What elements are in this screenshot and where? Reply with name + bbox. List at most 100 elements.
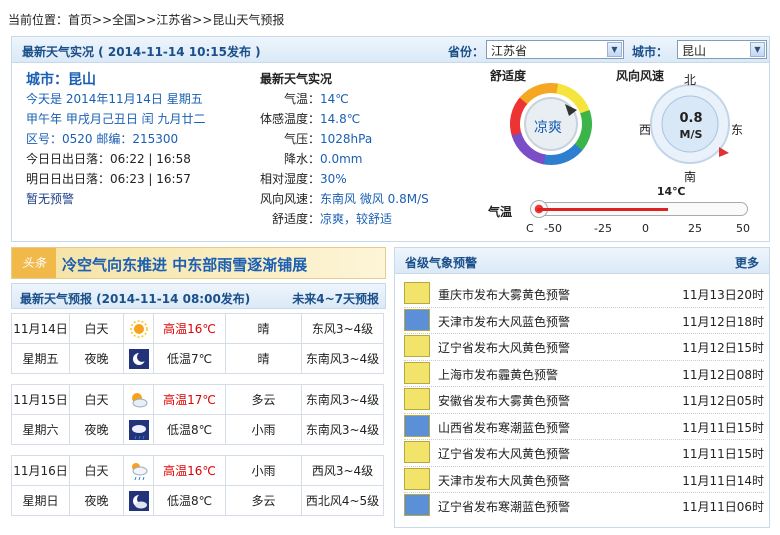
live-weather-header: 最新天气实况 ( 2014-11-14 10:15发布 ) 省份： 江苏省 ▼ … (12, 37, 769, 63)
lunar-date: 甲午年 甲戌月己丑日 闰 九月廿二 (26, 112, 206, 126)
scale-tick-label: 0 (642, 222, 649, 235)
sun-times-today: 今日日出日落：06:22 | 16:58 (26, 152, 191, 166)
obs-row: 风向风速：东南风 微风 0.8M/S (248, 190, 478, 207)
scale-tick-label: -50 (544, 222, 562, 235)
alert-item[interactable]: 天津市发布大风黄色预警 11月11日14时 (404, 465, 764, 492)
breadcrumb-home[interactable]: 首页 (68, 13, 92, 27)
temp-value: 14℃ (656, 185, 686, 198)
forecast-icon-cell (123, 455, 154, 486)
obs-key: 风向风速： (259, 192, 320, 206)
thermometer (530, 200, 748, 218)
alerts-panel: 省级气象预警 更多 重庆市发布大雾黄色预警 11月13日20时 天津市发布大风蓝色预… (394, 247, 770, 528)
live-weather-title: 最新天气实况 ( 2014-11-14 10:15发布 ) (22, 45, 261, 59)
alert-item[interactable]: 天津市发布大风蓝色预警 11月12日18时 (404, 306, 764, 333)
cold-blue-icon (404, 414, 430, 437)
obs-key: 体感温度： (259, 112, 320, 126)
forecast-date: 11月16日 (11, 455, 70, 486)
obs-row: 降水：0.0mm (248, 150, 478, 167)
headline-tag: 头条 (12, 248, 56, 278)
forecast-date: 11月15日 (11, 384, 70, 415)
alert-text[interactable]: 山西省发布寒潮蓝色预警 (438, 419, 570, 436)
sun-times-tomorrow: 明日日出日落：06:23 | 16:57 (26, 172, 191, 186)
forecast-weather: 小雨 (225, 455, 302, 486)
alert-date: 11月12日15时 (682, 341, 764, 355)
alert-item[interactable]: 上海市发布霾黄色预警 11月12日08时 (404, 359, 764, 386)
forecast-temp: 高温16℃ (153, 313, 226, 344)
forecast-more-link[interactable]: 未来4~7天预报 (292, 290, 379, 307)
chevron-down-icon[interactable]: ▼ (750, 42, 765, 57)
comfort-value: 凉爽 (534, 120, 562, 136)
alert-date: 11月12日08时 (682, 367, 764, 382)
alert-text[interactable]: 天津市发布大风蓝色预警 (438, 313, 570, 330)
wind-west: 西 (639, 123, 652, 137)
alert-item[interactable]: 山西省发布寒潮蓝色预警 11月11日15时 (404, 412, 764, 439)
forecast-wind: 东南风3~4级 (301, 414, 384, 445)
forecast-week: 星期六 (11, 414, 70, 445)
wind-speed: 0.8 (679, 111, 703, 126)
obs-row: 气压：1028hPa (248, 130, 478, 147)
obs-value: 东南风 微风 0.8M/S (320, 192, 429, 206)
forecast-icon-cell (123, 485, 154, 516)
alert-item[interactable]: 安徽省发布大雾黄色预警 11月12日05时 (404, 386, 764, 412)
area-code: 区号：0520 邮编：215300 (26, 132, 179, 146)
alert-date: 11月11日15时 (682, 447, 764, 461)
breadcrumb-label: 当前位置： (8, 13, 69, 27)
alert-text[interactable]: 辽宁省发布寒潮蓝色预警 (438, 498, 570, 515)
obs-key: 舒适度： (271, 212, 320, 226)
thermometer-fill (537, 208, 668, 211)
alert-date: 11月11日14时 (682, 473, 764, 488)
forecast-row: 星期六 夜晚 低温8℃ 小雨 东南风3~4级 (11, 414, 384, 445)
forecast-period: 夜晚 (69, 414, 124, 445)
obs-value: 14.8℃ (320, 112, 361, 126)
cloudy-night-icon (128, 490, 149, 511)
province-select[interactable]: 江苏省 ▼ (486, 40, 624, 59)
forecast-period: 夜晚 (69, 343, 124, 374)
forecast-icon-cell (123, 414, 154, 445)
moon-icon (128, 348, 149, 369)
city-select[interactable]: 昆山 ▼ (677, 40, 767, 59)
wind-blue-icon (404, 308, 430, 331)
alert-text[interactable]: 辽宁省发布大风黄色预警 (438, 339, 570, 356)
alert-item[interactable]: 辽宁省发布寒潮蓝色预警 11月11日06时 (404, 492, 764, 518)
alert-item[interactable]: 重庆市发布大雾黄色预警 11月13日20时 (404, 282, 764, 306)
obs-key: 气压： (283, 132, 320, 146)
alert-text[interactable]: 重庆市发布大雾黄色预警 (438, 286, 570, 303)
forecast-icon-cell (123, 313, 154, 344)
breadcrumb-country[interactable]: >>全国 (92, 13, 136, 27)
alert-divider (404, 386, 764, 387)
headline-banner[interactable]: 头条 冷空气向东推进 中东部雨雪逐渐铺展 (11, 247, 386, 279)
obs-value: 1028hPa (320, 132, 373, 146)
alert-divider (404, 306, 764, 308)
forecast-icon-cell (123, 343, 154, 374)
warning-status[interactable]: 暂无预警 (26, 190, 74, 207)
alert-text[interactable]: 安徽省发布大雾黄色预警 (438, 392, 570, 409)
alert-date: 11月12日05时 (682, 394, 764, 408)
cloudy-sun-icon (131, 392, 147, 407)
forecast-wind: 东南风3~4级 (301, 384, 384, 415)
alert-text[interactable]: 上海市发布霾黄色预警 (438, 366, 558, 383)
alerts-more-link[interactable]: 更多 (735, 254, 759, 271)
forecast-period: 夜晚 (69, 485, 124, 516)
scale-tick-label: 50 (736, 222, 750, 235)
obs-row: 气温：14℃ (248, 90, 478, 107)
forecast-wind: 西北风4~5级 (301, 485, 384, 516)
alert-text[interactable]: 天津市发布大风黄色预警 (438, 472, 570, 489)
wind-south: 南 (684, 170, 697, 184)
alert-divider (404, 333, 764, 334)
scale-tick-label: -25 (594, 222, 612, 235)
wind-yellow-icon (404, 441, 430, 463)
chevron-down-icon[interactable]: ▼ (607, 42, 622, 57)
breadcrumb-province[interactable]: >>江苏省 (136, 13, 192, 27)
city-value: 昆山 (682, 44, 707, 58)
forecast-week: 星期五 (11, 343, 70, 374)
obs-row: 舒适度：凉爽，较舒适 (248, 210, 478, 227)
headline-text[interactable]: 冷空气向东推进 中东部雨雪逐渐铺展 (62, 254, 307, 275)
obs-row: 相对湿度：30% (248, 170, 478, 187)
forecast-weather: 小雨 (225, 414, 302, 445)
forecast-temp: 高温16℃ (153, 455, 226, 486)
alert-text[interactable]: 辽宁省发布大风黄色预警 (438, 445, 570, 462)
alert-item[interactable]: 辽宁省发布大风黄色预警 11月12日15时 (404, 333, 764, 359)
alert-item[interactable]: 辽宁省发布大风黄色预警 11月11日15时 (404, 439, 764, 465)
temp-label: 气温 (488, 205, 513, 219)
forecast-period: 白天 (69, 313, 124, 344)
